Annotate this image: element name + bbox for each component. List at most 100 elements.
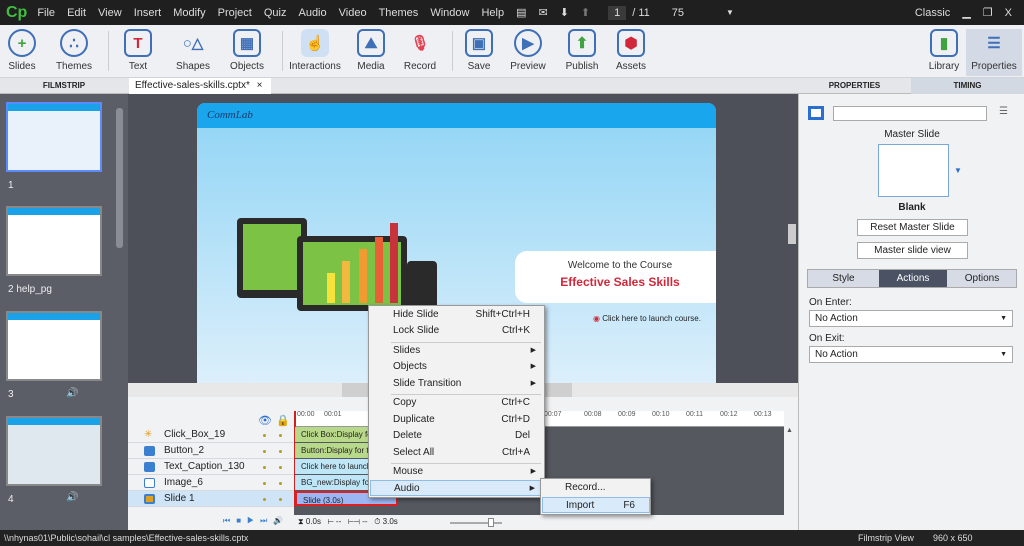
mail-icon[interactable]: ✉: [538, 6, 547, 19]
menu-modify[interactable]: Modify: [173, 7, 205, 19]
slide-type-icon: [808, 106, 824, 120]
publish-button[interactable]: ⬆ Publish: [554, 29, 610, 72]
filmstrip-thumb-1[interactable]: [6, 102, 102, 172]
timeline-row[interactable]: ✳ Click_Box_19: [128, 427, 294, 443]
menu-file[interactable]: File: [37, 7, 55, 19]
menu-item-objects[interactable]: Objects ▶: [370, 359, 544, 375]
launch-course-button[interactable]: ◉ Click here to launch course.: [593, 314, 701, 323]
hand-pointer-icon: ☝: [301, 29, 329, 57]
timeline-row-selected[interactable]: Slide 1: [128, 491, 294, 507]
menu-item-delete[interactable]: Delete Del: [370, 428, 544, 444]
stage-vscroll[interactable]: [788, 224, 796, 244]
menu-insert[interactable]: Insert: [134, 7, 162, 19]
playback-controls[interactable]: ⏮■▶⏭🔊: [223, 516, 289, 526]
tab-properties[interactable]: PROPERTIES: [798, 78, 911, 94]
media-button[interactable]: ⛰ Media: [343, 29, 399, 72]
interactions-button[interactable]: ☝ Interactions: [287, 29, 343, 72]
image-icon: [144, 478, 155, 488]
submenu-arrow-icon: ▶: [530, 347, 536, 354]
dropdown-icon: ▼: [1000, 315, 1007, 322]
workspace-select[interactable]: Classic: [915, 7, 950, 19]
menu-item-slide-transition[interactable]: Slide Transition ▶: [370, 376, 544, 392]
menu-item-lock-slide[interactable]: Lock Slide Ctrl+K: [370, 323, 544, 339]
timeline-row[interactable]: Text_Caption_130: [128, 459, 294, 475]
options-menu-icon[interactable]: ☰: [999, 106, 1008, 117]
zoom-select[interactable]: 75: [672, 7, 684, 19]
preview-button[interactable]: ▶ Preview: [500, 29, 556, 72]
menu-quiz[interactable]: Quiz: [264, 7, 287, 19]
tab-timing[interactable]: TIMING: [911, 78, 1024, 94]
close-button[interactable]: X: [1005, 7, 1012, 19]
chart-bar: [375, 237, 383, 303]
menu-item-import[interactable]: Import F6: [542, 497, 650, 513]
context-menu: Hide Slide Shift+Ctrl+H Lock Slide Ctrl+K …: [368, 305, 545, 498]
menu-audio[interactable]: Audio: [298, 7, 326, 19]
themes-button[interactable]: ∴ Themes: [46, 29, 102, 72]
master-dropdown-icon[interactable]: ▼: [954, 166, 962, 175]
menu-item-audio[interactable]: Audio ▶: [370, 480, 544, 496]
timeline-row[interactable]: Image_6: [128, 475, 294, 491]
shapes-button[interactable]: ○△ Shapes: [165, 29, 221, 72]
timeline-row[interactable]: Button_2: [128, 443, 294, 459]
subtab-actions[interactable]: Actions: [879, 270, 947, 287]
menu-item-duplicate[interactable]: Duplicate Ctrl+D: [370, 412, 544, 428]
menu-item-copy[interactable]: Copy Ctrl+C: [370, 395, 544, 411]
menu-item-mouse[interactable]: Mouse ▶: [370, 464, 544, 480]
tab-row: FILMSTRIP Effective-sales-skills.cptx* ×…: [0, 78, 1024, 94]
filmstrip-thumb-4[interactable]: [6, 416, 102, 486]
on-enter-label: On Enter:: [809, 297, 852, 308]
menu-item-hide-slide[interactable]: Hide Slide Shift+Ctrl+H: [370, 307, 544, 323]
menu-themes[interactable]: Themes: [379, 7, 419, 19]
menu-item-slides[interactable]: Slides ▶: [370, 343, 544, 359]
close-tab-icon[interactable]: ×: [257, 80, 263, 91]
save-button[interactable]: ▣ Save: [451, 29, 507, 72]
play-icon: ▶: [514, 29, 542, 57]
master-slide-thumbnail[interactable]: [878, 144, 949, 197]
menu-item-record[interactable]: Record...: [542, 480, 650, 496]
filmstrip-thumb-3[interactable]: [6, 311, 102, 381]
menu-project[interactable]: Project: [218, 7, 252, 19]
subtab-options[interactable]: Options: [947, 270, 1017, 287]
on-enter-select[interactable]: No Action ▼: [809, 310, 1013, 327]
menu-edit[interactable]: Edit: [67, 7, 86, 19]
zoom-slider[interactable]: [450, 518, 502, 527]
slides-button[interactable]: + Slides: [0, 29, 50, 72]
lock-icon[interactable]: 🔒: [276, 414, 290, 427]
zoom-dropdown-icon[interactable]: ▼: [726, 8, 734, 17]
arrow-up-icon[interactable]: ⬆: [581, 6, 590, 19]
shapes-icon: ○△: [182, 35, 204, 52]
eye-icon[interactable]: 👁: [258, 414, 272, 427]
library-button[interactable]: ▮ Library: [916, 29, 972, 72]
menu-view[interactable]: View: [98, 7, 122, 19]
restore-button[interactable]: ❐: [983, 6, 993, 19]
slide-name-input[interactable]: [833, 106, 987, 121]
arrow-down-icon[interactable]: ⬇: [560, 6, 569, 19]
master-slide-view-button[interactable]: Master slide view: [857, 242, 968, 259]
comment-icon[interactable]: ▤: [516, 6, 526, 19]
text-button[interactable]: T Text: [110, 29, 166, 72]
chart-bar: [342, 261, 350, 303]
divider: [282, 31, 283, 71]
on-exit-select[interactable]: No Action ▼: [809, 346, 1013, 363]
menu-video[interactable]: Video: [339, 7, 367, 19]
minimize-button[interactable]: ▁: [962, 6, 970, 19]
current-slide-input[interactable]: 1: [608, 5, 627, 20]
reset-master-slide-button[interactable]: Reset Master Slide: [857, 219, 968, 236]
menu-item-select-all[interactable]: Select All Ctrl+A: [370, 445, 544, 461]
subtab-style[interactable]: Style: [808, 270, 879, 287]
filmstrip-scrollbar[interactable]: [116, 108, 123, 248]
record-button[interactable]: 🎙 Record: [392, 29, 448, 72]
tab-document[interactable]: Effective-sales-skills.cptx* ×: [129, 78, 271, 94]
properties-button[interactable]: ☰ Properties: [966, 29, 1022, 76]
filmstrip-thumb-2[interactable]: [6, 206, 102, 276]
submenu-arrow-icon: ▶: [530, 468, 536, 475]
timeline-vscroll[interactable]: ▲: [786, 427, 796, 515]
phone-illustration: [407, 261, 437, 311]
menu-window[interactable]: Window: [430, 7, 469, 19]
audio-submenu: Record... Import F6: [540, 478, 651, 515]
toolbar: + Slides ∴ Themes T Text ○△ Shapes ▦ Objects …: [0, 25, 1024, 78]
assets-button[interactable]: ⬢ Assets: [603, 29, 659, 72]
total-slides: / 11: [632, 6, 650, 19]
objects-button[interactable]: ▦ Objects: [219, 29, 275, 72]
menu-help[interactable]: Help: [481, 7, 504, 19]
